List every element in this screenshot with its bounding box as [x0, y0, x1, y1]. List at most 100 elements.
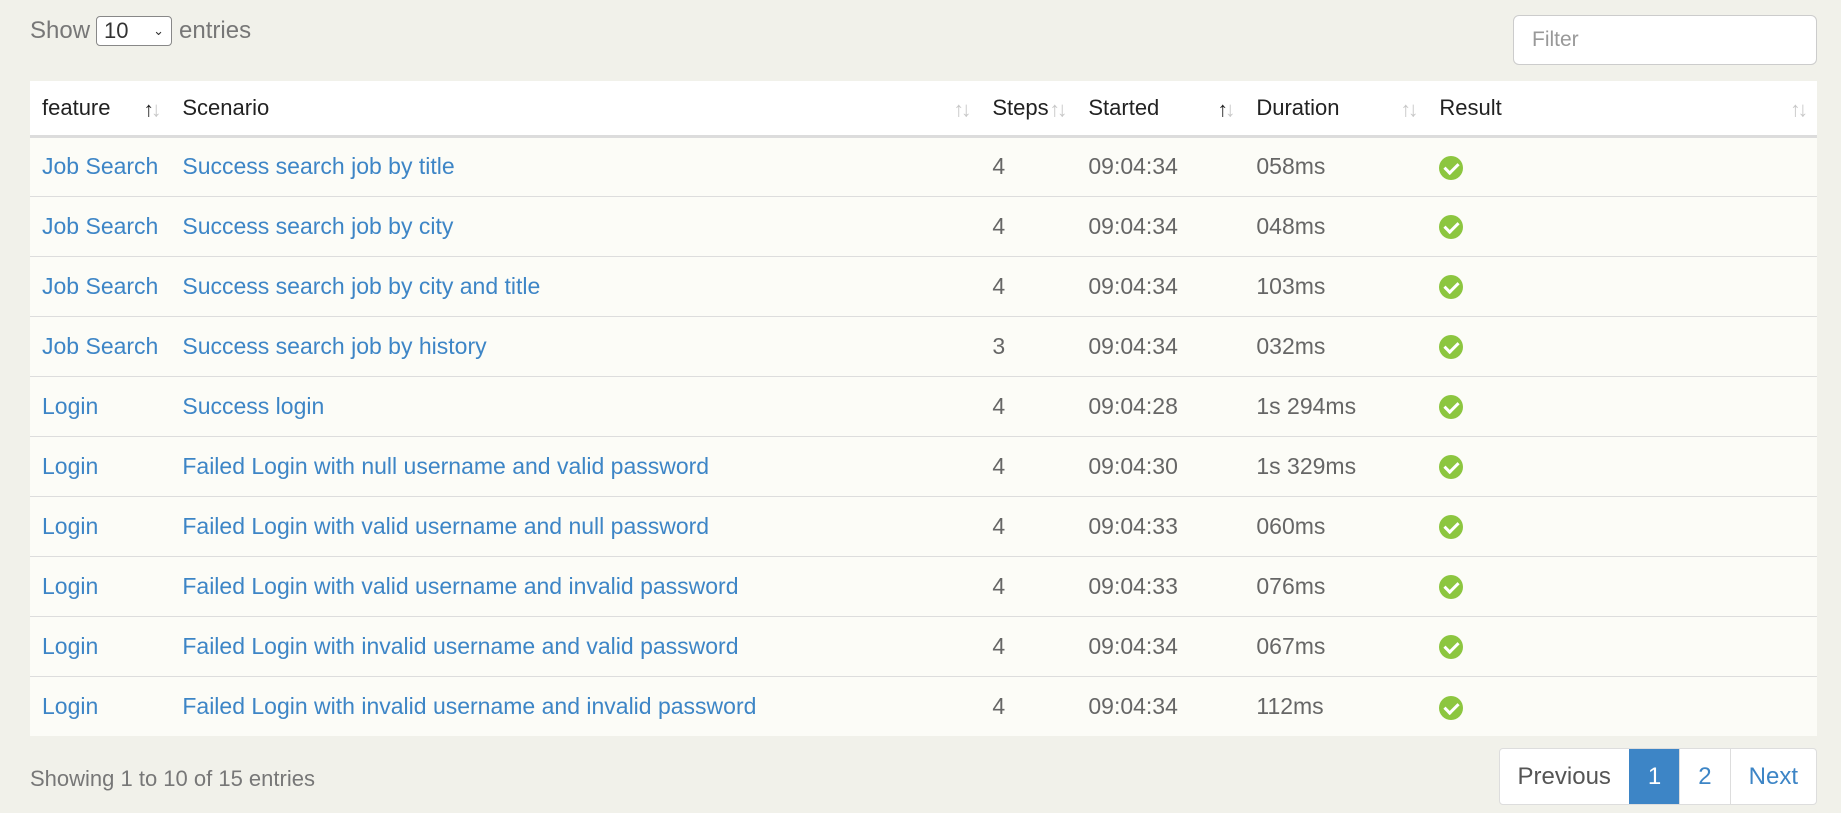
duration-cell: 067ms	[1244, 615, 1428, 676]
header-row: feature ↑↓ Scenario ↑↓ Steps ↑↓ Started ↑↓ D…	[30, 81, 1817, 138]
table-body: Job Search Success search job by title 4 09…	[30, 135, 1817, 736]
sort-arrows-icon: ↑↓	[1217, 98, 1235, 122]
duration-cell: 032ms	[1244, 315, 1428, 376]
table-row: Job Search Success search job by city 4 09:…	[30, 195, 1817, 256]
steps-cell: 4	[980, 435, 1077, 496]
table-row: Login Failed Login with null username and…	[30, 435, 1817, 496]
scenario-link[interactable]: Failed Login with valid username and nul…	[170, 495, 981, 556]
check-circle-icon	[1439, 695, 1464, 720]
steps-cell: 4	[980, 375, 1077, 436]
entries-label: entries	[179, 17, 252, 44]
duration-cell: 103ms	[1244, 255, 1428, 316]
feature-link[interactable]: Login	[30, 615, 171, 676]
column-header-started[interactable]: Started ↑↓	[1076, 81, 1245, 138]
page-button-2[interactable]: 2	[1679, 749, 1729, 804]
column-header-result[interactable]: Result ↑↓	[1427, 81, 1817, 138]
duration-cell: 1s 294ms	[1244, 375, 1428, 436]
results-table: feature ↑↓ Scenario ↑↓ Steps ↑↓ Started ↑↓ D…	[30, 81, 1817, 736]
scenario-link[interactable]: Success search job by city and title	[170, 255, 981, 316]
table-row: Login Failed Login with invalid username …	[30, 675, 1817, 736]
started-cell: 09:04:34	[1076, 255, 1245, 316]
table-row: Login Failed Login with valid username an…	[30, 495, 1817, 556]
table-row: Job Search Success search job by history 3…	[30, 315, 1817, 376]
result-cell	[1427, 495, 1817, 556]
started-cell: 09:04:34	[1076, 615, 1245, 676]
steps-cell: 4	[980, 255, 1077, 316]
result-cell	[1427, 375, 1817, 436]
steps-cell: 4	[980, 495, 1077, 556]
duration-cell: 058ms	[1244, 135, 1428, 196]
filter-input[interactable]	[1513, 15, 1817, 65]
started-cell: 09:04:33	[1076, 555, 1245, 616]
check-circle-icon	[1439, 275, 1464, 300]
result-cell	[1427, 255, 1817, 316]
sort-arrows-icon: ↑↓	[953, 98, 971, 122]
check-circle-icon	[1439, 575, 1464, 600]
feature-link[interactable]: Job Search	[30, 255, 171, 316]
duration-cell: 1s 329ms	[1244, 435, 1428, 496]
steps-cell: 3	[980, 315, 1077, 376]
duration-cell: 112ms	[1244, 675, 1428, 736]
feature-link[interactable]: Login	[30, 555, 171, 616]
table-row: Login Success login 4 09:04:28 1s 294ms	[30, 375, 1817, 436]
steps-cell: 4	[980, 135, 1077, 196]
feature-link[interactable]: Job Search	[30, 135, 171, 196]
scenario-link[interactable]: Success search job by title	[170, 135, 981, 196]
table-row: Job Search Success search job by title 4 09…	[30, 135, 1817, 196]
check-circle-icon	[1439, 155, 1464, 180]
show-label: Show	[30, 17, 91, 44]
scenario-link[interactable]: Success search job by history	[170, 315, 981, 376]
scenario-link[interactable]: Failed Login with null username and vali…	[170, 435, 981, 496]
result-cell	[1427, 195, 1817, 256]
table-header: feature ↑↓ Scenario ↑↓ Steps ↑↓ Started ↑↓ D…	[30, 81, 1817, 138]
table-controls: Show 10 ⌄ entries	[30, 15, 1817, 65]
check-circle-icon	[1439, 515, 1464, 540]
page-button-1[interactable]: 1	[1628, 749, 1680, 804]
pagination: Previous 1 2 Next	[1498, 748, 1817, 805]
feature-link[interactable]: Job Search	[30, 195, 171, 256]
check-circle-icon	[1439, 215, 1464, 240]
scenario-link[interactable]: Failed Login with invalid username and i…	[170, 675, 981, 736]
feature-link[interactable]: Login	[30, 375, 171, 436]
sort-arrows-icon: ↑↓	[1049, 98, 1067, 122]
previous-page-button[interactable]: Previous	[1500, 749, 1629, 804]
sort-arrows-icon: ↑↓	[143, 98, 161, 122]
started-cell: 09:04:34	[1076, 315, 1245, 376]
started-cell: 09:04:34	[1076, 675, 1245, 736]
entries-per-page-select[interactable]: 10 ⌄	[96, 16, 173, 46]
table-row: Job Search Success search job by city and…	[30, 255, 1817, 316]
duration-cell: 076ms	[1244, 555, 1428, 616]
started-cell: 09:04:34	[1076, 195, 1245, 256]
table-row: Login Failed Login with invalid username …	[30, 615, 1817, 676]
result-cell	[1427, 555, 1817, 616]
check-circle-icon	[1439, 335, 1464, 360]
started-cell: 09:04:34	[1076, 135, 1245, 196]
started-cell: 09:04:30	[1076, 435, 1245, 496]
length-control: Show 10 ⌄ entries	[30, 15, 251, 47]
result-cell	[1427, 435, 1817, 496]
column-header-duration[interactable]: Duration ↑↓	[1244, 81, 1428, 138]
scenario-link[interactable]: Failed Login with valid username and inv…	[170, 555, 981, 616]
duration-cell: 060ms	[1244, 495, 1428, 556]
steps-cell: 4	[980, 555, 1077, 616]
check-circle-icon	[1439, 635, 1464, 660]
steps-cell: 4	[980, 615, 1077, 676]
feature-link[interactable]: Job Search	[30, 315, 171, 376]
next-page-button[interactable]: Next	[1729, 749, 1816, 804]
feature-link[interactable]: Login	[30, 675, 171, 736]
column-header-feature[interactable]: feature ↑↓	[30, 81, 171, 138]
column-header-scenario[interactable]: Scenario ↑↓	[170, 81, 981, 138]
result-cell	[1427, 135, 1817, 196]
scenario-link[interactable]: Success login	[170, 375, 981, 436]
steps-cell: 4	[980, 675, 1077, 736]
started-cell: 09:04:28	[1076, 375, 1245, 436]
duration-cell: 048ms	[1244, 195, 1428, 256]
scenario-link[interactable]: Failed Login with invalid username and v…	[170, 615, 981, 676]
feature-link[interactable]: Login	[30, 495, 171, 556]
feature-link[interactable]: Login	[30, 435, 171, 496]
scenario-link[interactable]: Success search job by city	[170, 195, 981, 256]
column-header-steps[interactable]: Steps ↑↓	[980, 81, 1077, 138]
result-cell	[1427, 615, 1817, 676]
table-info: Showing 1 to 10 of 15 entries	[30, 766, 315, 791]
steps-cell: 4	[980, 195, 1077, 256]
